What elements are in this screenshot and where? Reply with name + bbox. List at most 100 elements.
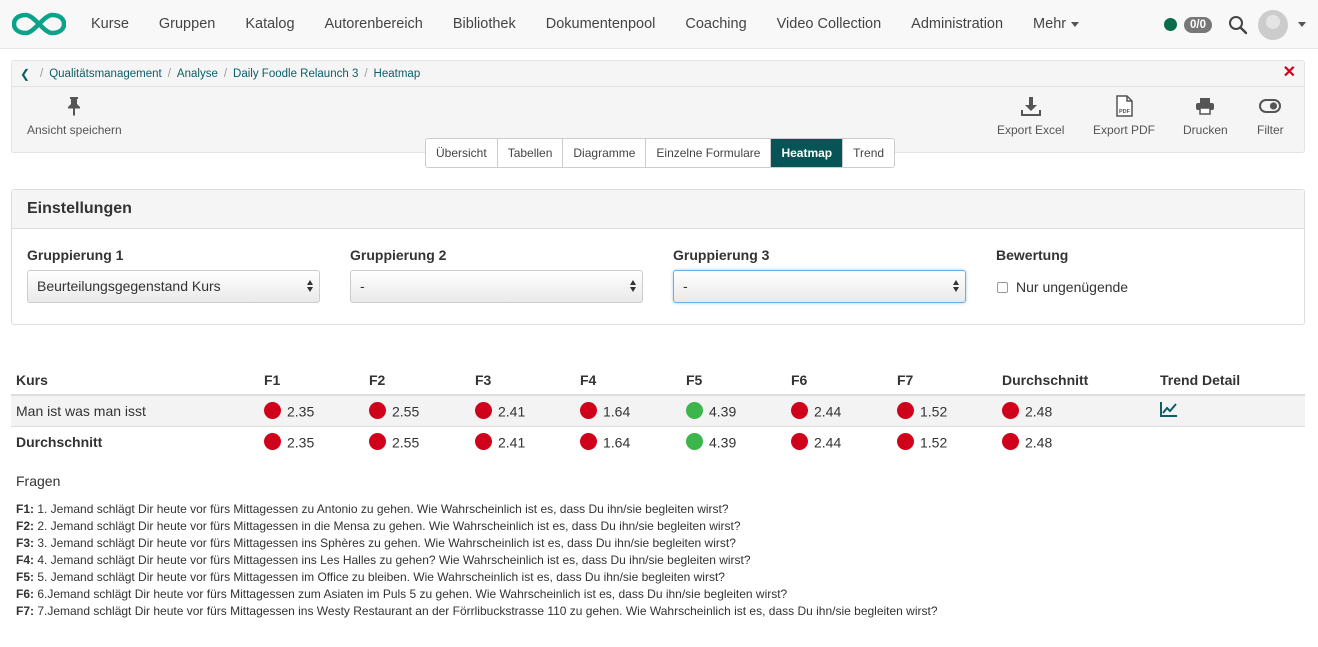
breadcrumb-item[interactable]: Daily Foodle Relaunch 3 [233,68,358,80]
column-header: Kurs [11,365,259,396]
score-cell: 2.35 [259,426,364,457]
group1-label: Gruppierung 1 [27,247,124,263]
column-header: F1 [259,365,364,396]
score-dot-icon [580,401,597,419]
toggle-icon [1257,95,1284,117]
search-icon[interactable] [1228,15,1248,35]
question-text: 1. Jemand schlägt Dir heute vor fürs Mit… [34,502,729,516]
question-text: 2. Jemand schlägt Dir heute vor fürs Mit… [34,519,741,533]
question-item: F5: 5. Jemand schlägt Dir heute vor fürs… [16,569,1296,586]
only-insufficient-option[interactable]: Nur ungenügende [996,279,1128,295]
questions-title: Fragen [16,473,61,489]
back-chevron-icon[interactable]: ❮ [20,67,34,81]
group3-label: Gruppierung 3 [673,247,770,263]
only-insufficient-label[interactable]: Nur ungenügende [1016,279,1128,295]
question-key: F7: [16,604,34,618]
nav-mehr-dropdown[interactable]: Mehr [1018,16,1094,32]
score-value: 2.44 [814,434,842,451]
group1-value: Beurteilungsgegenstand Kurs [37,278,221,294]
tab-diagramme[interactable]: Diagramme [563,139,647,167]
score-cell: 2.35 [259,395,364,427]
score-cell: 1.64 [575,426,681,457]
average-cell: 2.48 [997,395,1155,427]
only-insufficient-checkbox[interactable] [997,281,1008,293]
nav-video-collection[interactable]: Video Collection [762,16,897,32]
score-value: 2.55 [392,434,420,451]
tab-trend[interactable]: Trend [843,139,894,167]
chat-count-badge[interactable]: 0/0 [1184,16,1212,33]
question-item: F1: 1. Jemand schlägt Dir heute vor fürs… [16,501,1296,518]
average-row-label: Durchschnitt [16,433,103,450]
user-avatar[interactable] [1258,9,1288,40]
group3-select[interactable]: - [673,270,966,303]
print-button[interactable]: Drucken [1183,95,1228,137]
nav-kurse[interactable]: Kurse [76,16,144,32]
column-header: F3 [470,365,575,396]
group2-field: Gruppierung 2 - [350,247,643,303]
question-item: F2: 2. Jemand schlägt Dir heute vor fürs… [16,518,1296,535]
score-dot-icon [1002,432,1019,450]
filter-button[interactable]: Filter [1257,95,1284,137]
score-value: 2.55 [392,403,420,420]
average-value: 2.48 [1025,434,1053,451]
export-excel-label: Export Excel [997,123,1065,137]
score-dot-icon [264,432,281,450]
score-cell: 1.64 [575,395,681,427]
score-cell: 2.55 [364,426,470,457]
table-header: Kurs F1 F2 F3 F4 F5 F6 F7 Durchschnitt T… [11,365,1305,396]
nav-bibliothek[interactable]: Bibliothek [438,16,531,32]
nav-dokumentenpool[interactable]: Dokumentenpool [531,16,671,32]
group1-select[interactable]: Beurteilungsgegenstand Kurs [27,270,320,303]
online-status-icon[interactable] [1164,18,1177,31]
trend-detail-cell [1155,395,1305,427]
nav-gruppen[interactable]: Gruppen [144,16,230,32]
select-arrows-icon [630,280,636,292]
breadcrumb-item[interactable]: Analyse [177,68,218,80]
breadcrumb-item[interactable]: Qualitätsmanagement [49,68,162,80]
score-cell: 2.41 [470,395,575,427]
chevron-down-icon[interactable] [1298,22,1306,27]
export-excel-button[interactable]: Export Excel [997,95,1064,137]
group2-select[interactable]: - [350,270,643,303]
question-text: 4. Jemand schlägt Dir heute vor fürs Mit… [34,553,751,567]
select-arrows-icon [953,280,959,292]
score-dot-icon [264,401,281,419]
score-dot-icon [791,401,808,419]
trend-chart-icon[interactable] [1160,401,1178,420]
nav-administration[interactable]: Administration [896,16,1018,32]
score-dot-icon [369,401,386,419]
nav-autorenbereich[interactable]: Autorenbereich [310,16,438,32]
group3-field: Gruppierung 3 - [673,247,966,303]
openolat-logo-icon[interactable] [12,10,66,38]
score-value: 1.52 [920,434,948,451]
print-icon [1183,95,1228,117]
score-dot-icon [369,432,386,450]
tab-uebersicht[interactable]: Übersicht [426,139,498,167]
tab-tabellen[interactable]: Tabellen [498,139,564,167]
save-view-label: Ansicht speichern [27,123,122,137]
nav-coaching[interactable]: Coaching [670,16,761,32]
download-icon [997,95,1064,117]
filter-label: Filter [1257,123,1284,137]
svg-text:PDF: PDF [1119,109,1131,115]
score-cell: 2.44 [786,395,892,427]
score-dot-icon [475,432,492,450]
tab-einzelne-formulare[interactable]: Einzelne Formulare [646,139,772,167]
score-cell: 2.55 [364,395,470,427]
save-view-button[interactable]: Ansicht speichern [27,95,122,137]
nav-katalog[interactable]: Katalog [230,16,309,32]
close-icon[interactable]: ✕ [1283,65,1296,81]
select-arrows-icon [307,280,313,292]
export-pdf-button[interactable]: PDF Export PDF [1093,95,1155,137]
chevron-down-icon [1071,21,1080,27]
score-value: 2.41 [498,403,526,420]
average-cell: 2.48 [997,426,1155,457]
tab-heatmap[interactable]: Heatmap [771,139,844,167]
score-value: 2.35 [287,403,315,420]
group1-field: Gruppierung 1 Beurteilungsgegenstand Kur… [27,247,320,303]
score-cell: 4.39 [681,395,786,427]
settings-panel: Einstellungen Gruppierung 1 Beurteilungs… [11,189,1305,325]
question-key: F5: [16,570,34,584]
question-item: F3: 3. Jemand schlägt Dir heute vor fürs… [16,535,1296,552]
breadcrumb-item-current[interactable]: Heatmap [374,68,421,80]
